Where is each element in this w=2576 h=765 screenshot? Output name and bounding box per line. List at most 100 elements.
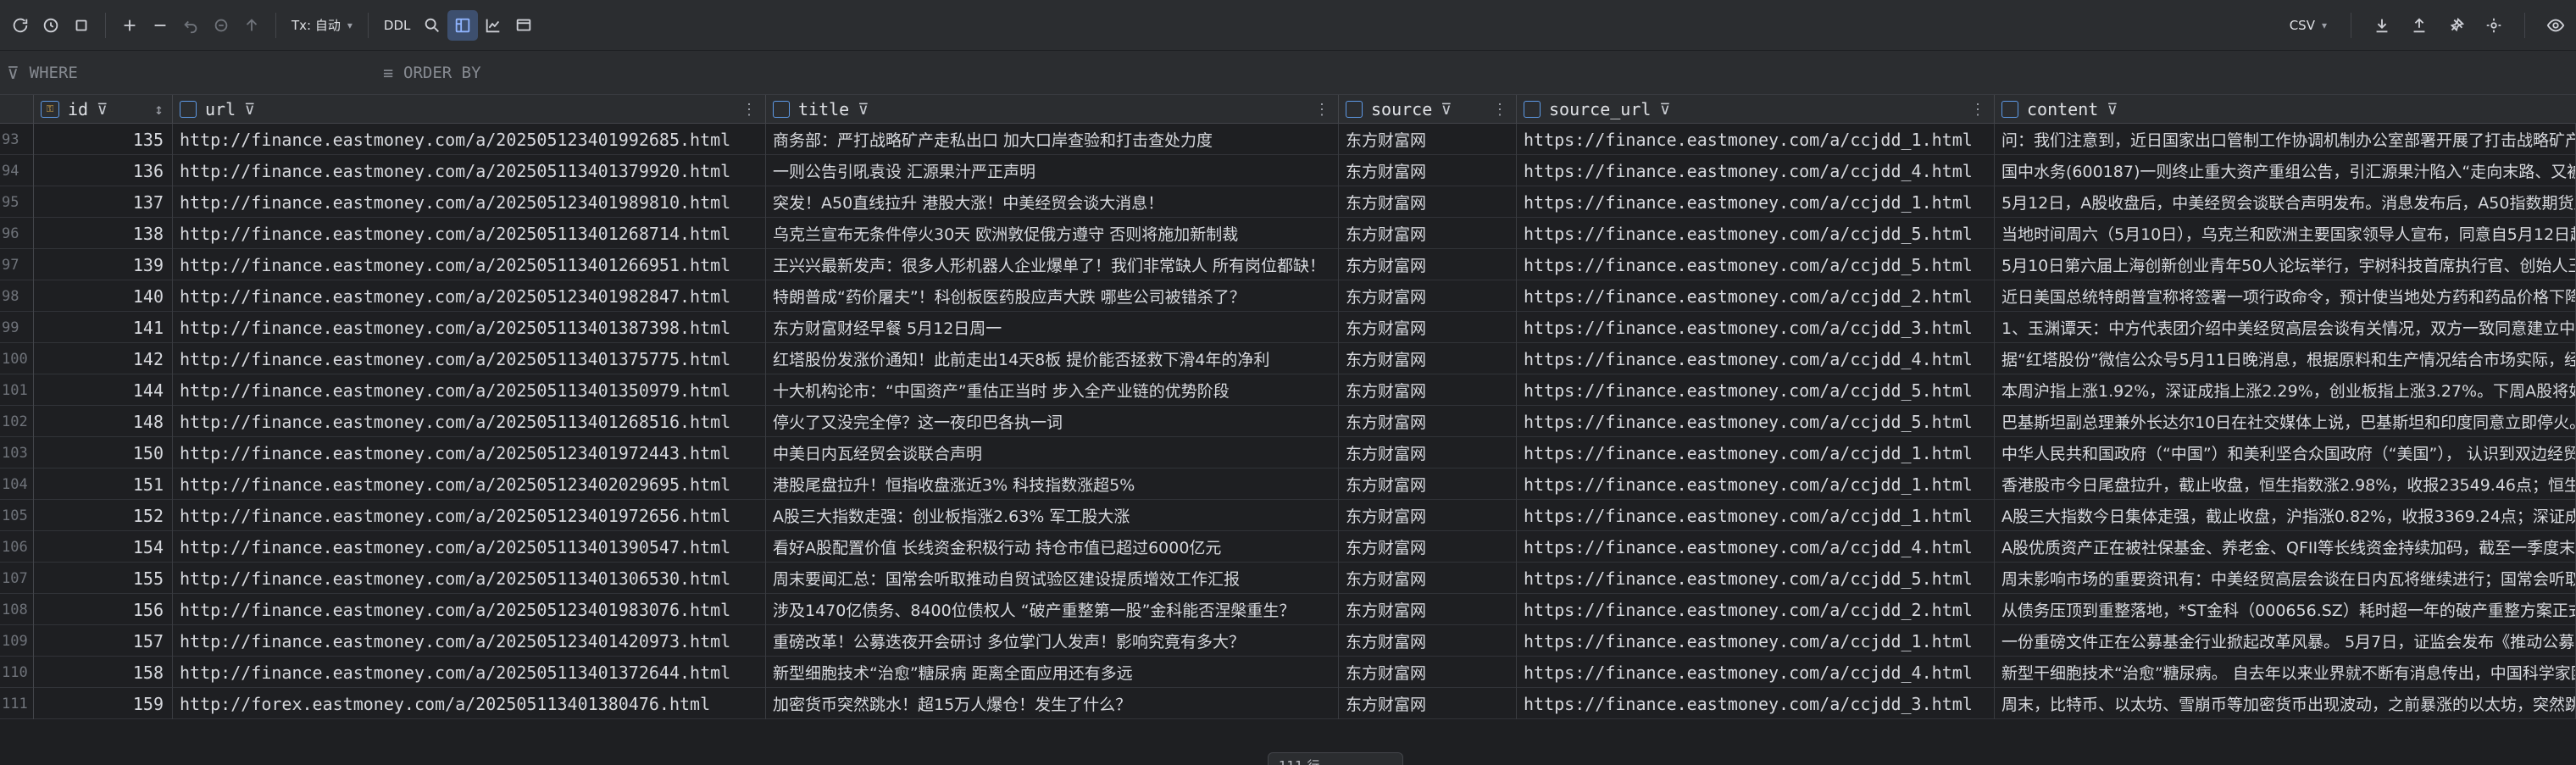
cell-source-url[interactable]: https://finance.eastmoney.com/a/ccjdd_5.…: [1517, 249, 1995, 280]
cell-source[interactable]: 东方财富网: [1339, 249, 1517, 280]
table-row[interactable]: 98 140 http://finance.eastmoney.com/a/2025…: [0, 280, 2576, 312]
table-row[interactable]: 103 150 http://finance.eastmoney.com/a/202…: [0, 437, 2576, 468]
cell-source-url[interactable]: https://finance.eastmoney.com/a/ccjdd_1.…: [1517, 500, 1995, 531]
view-mode-icon[interactable]: [447, 9, 479, 41]
cell-url[interactable]: http://finance.eastmoney.com/a/202505123…: [173, 186, 766, 218]
cell-content[interactable]: 本周沪指上涨1.92%，深证成指上涨2.29%，创业板指上涨3.27%。下周A股…: [1995, 374, 2576, 406]
cell-id[interactable]: 144: [34, 374, 173, 406]
history-icon[interactable]: [36, 10, 66, 41]
cell-url[interactable]: http://finance.eastmoney.com/a/202505113…: [173, 312, 766, 343]
cell-id[interactable]: 159: [34, 688, 173, 719]
table-row[interactable]: 110 158 http://finance.eastmoney.com/a/202…: [0, 657, 2576, 688]
cell-source-url[interactable]: https://finance.eastmoney.com/a/ccjdd_4.…: [1517, 343, 1995, 374]
cell-title[interactable]: 周末要闻汇总：国常会听取推动自贸试验区建设提质增效工作汇报: [766, 563, 1339, 594]
cell-content[interactable]: 1、玉渊谭天：中方代表团介绍中美经贸高层会谈有关情况，双方一致同意建立中美经贸磋: [1995, 312, 2576, 343]
compare-icon[interactable]: [508, 10, 539, 41]
cell-source-url[interactable]: https://finance.eastmoney.com/a/ccjdd_1.…: [1517, 124, 1995, 155]
cell-url[interactable]: http://finance.eastmoney.com/a/202505123…: [173, 594, 766, 625]
cell-source-url[interactable]: https://finance.eastmoney.com/a/ccjdd_4.…: [1517, 155, 1995, 186]
cell-source-url[interactable]: https://finance.eastmoney.com/a/ccjdd_4.…: [1517, 531, 1995, 563]
cell-source-url[interactable]: https://finance.eastmoney.com/a/ccjdd_2.…: [1517, 280, 1995, 312]
cell-id[interactable]: 137: [34, 186, 173, 218]
cell-source-url[interactable]: https://finance.eastmoney.com/a/ccjdd_5.…: [1517, 563, 1995, 594]
table-row[interactable]: 99 141 http://finance.eastmoney.com/a/2025…: [0, 312, 2576, 343]
transaction-mode-dropdown[interactable]: Tx: 自动 ▾: [285, 16, 359, 34]
cell-id[interactable]: 148: [34, 406, 173, 437]
cell-source[interactable]: 东方财富网: [1339, 312, 1517, 343]
cell-source[interactable]: 东方财富网: [1339, 594, 1517, 625]
cell-content[interactable]: 巴基斯坦副总理兼外长达尔10日在社交媒体上说，巴基斯坦和印度同意立即停火。同日，: [1995, 406, 2576, 437]
upload-icon[interactable]: [2404, 10, 2434, 41]
cell-title[interactable]: 红塔股份发涨价通知！此前走出14天8板 提价能否拯救下滑4年的净利: [766, 343, 1339, 374]
cell-source[interactable]: 东方财富网: [1339, 500, 1517, 531]
cell-title[interactable]: 乌克兰宣布无条件停火30天 欧洲敦促俄方遵守 否则将施加新制裁: [766, 218, 1339, 249]
cell-source[interactable]: 东方财富网: [1339, 218, 1517, 249]
cell-title[interactable]: 加密货币突然跳水！超15万人爆仓！发生了什么？: [766, 688, 1339, 719]
cell-id[interactable]: 157: [34, 625, 173, 657]
refresh-icon[interactable]: [5, 10, 36, 41]
cell-title[interactable]: 特朗普成“药价屠夫”！科创板医药股应声大跌 哪些公司被错杀了？: [766, 280, 1339, 312]
cell-content[interactable]: 问：我们注意到，近日国家出口管制工作协调机制办公室部署开展了打击战略矿产走私出: [1995, 124, 2576, 155]
submit-icon[interactable]: [236, 10, 267, 41]
cell-title[interactable]: 重磅改革！公募迭夜开会研讨 多位掌门人发声！影响究竟有多大？: [766, 625, 1339, 657]
cell-content[interactable]: 周末，比特币、以太坊、雪崩币等加密货币出现波动，之前暴涨的以太坊，突然跳水。: [1995, 688, 2576, 719]
cell-source-url[interactable]: https://finance.eastmoney.com/a/ccjdd_1.…: [1517, 186, 1995, 218]
cell-content[interactable]: A股三大指数今日集体走强，截止收盘，沪指涨0.82%，收报3369.24点；深证…: [1995, 500, 2576, 531]
cell-content[interactable]: 近日美国总统特朗普宣称将签署一项行政命令，预计使当地处方药和药品价格下降30%至…: [1995, 280, 2576, 312]
cell-content[interactable]: 从债务压顶到重整落地，*ST金科（000656.SZ）耗时超一年的破产重整方案正…: [1995, 594, 2576, 625]
filter-icon[interactable]: ⊽: [1659, 101, 1670, 119]
cell-title[interactable]: 王兴兴最新发声：很多人形机器人企业爆单了！我们非常缺人 所有岗位都缺！: [766, 249, 1339, 280]
where-filter-field[interactable]: ⊽ WHERE: [7, 63, 380, 83]
cell-source-url[interactable]: https://finance.eastmoney.com/a/ccjdd_3.…: [1517, 312, 1995, 343]
cell-content[interactable]: 周末影响市场的重要资讯有：中美经贸高层会谈在日内瓦将继续进行；国常会听取推动自贸: [1995, 563, 2576, 594]
cell-source-url[interactable]: https://finance.eastmoney.com/a/ccjdd_2.…: [1517, 594, 1995, 625]
filter-icon[interactable]: ⊽: [2107, 101, 2118, 119]
cell-title[interactable]: 涉及1470亿债务、8400位债权人 “破产重整第一股”金科能否涅槃重生？: [766, 594, 1339, 625]
cell-source-url[interactable]: https://finance.eastmoney.com/a/ccjdd_5.…: [1517, 374, 1995, 406]
cell-id[interactable]: 138: [34, 218, 173, 249]
cell-source[interactable]: 东方财富网: [1339, 124, 1517, 155]
cell-url[interactable]: http://finance.eastmoney.com/a/202505113…: [173, 249, 766, 280]
cell-url[interactable]: http://finance.eastmoney.com/a/202505123…: [173, 280, 766, 312]
cell-id[interactable]: 150: [34, 437, 173, 468]
cell-id[interactable]: 154: [34, 531, 173, 563]
more-icon[interactable]: ⋮: [1492, 101, 1507, 119]
preview-changes-icon[interactable]: [206, 10, 236, 41]
table-row[interactable]: 106 154 http://finance.eastmoney.com/a/202…: [0, 531, 2576, 563]
cell-source[interactable]: 东方财富网: [1339, 186, 1517, 218]
stop-icon[interactable]: [66, 10, 97, 41]
cell-title[interactable]: 东方财富财经早餐 5月12日周一: [766, 312, 1339, 343]
cell-title[interactable]: 十大机构论市：“中国资产”重估正当时 步入全产业链的优势阶段: [766, 374, 1339, 406]
column-header-content[interactable]: content ⊽: [1995, 95, 2576, 124]
cell-source[interactable]: 东方财富网: [1339, 280, 1517, 312]
column-header-id[interactable]: ⚿ id ⊽ ↕: [34, 95, 173, 124]
table-row[interactable]: 102 148 http://finance.eastmoney.com/a/202…: [0, 406, 2576, 437]
table-row[interactable]: 96 138 http://finance.eastmoney.com/a/2025…: [0, 218, 2576, 249]
table-row[interactable]: 95 137 http://finance.eastmoney.com/a/2025…: [0, 186, 2576, 218]
cell-id[interactable]: 155: [34, 563, 173, 594]
cell-title[interactable]: 突发！A50直线拉升 港股大涨！中美经贸会谈大消息！: [766, 186, 1339, 218]
table-row[interactable]: 109 157 http://finance.eastmoney.com/a/202…: [0, 625, 2576, 657]
table-row[interactable]: 111 159 http://forex.eastmoney.com/a/20250…: [0, 688, 2576, 719]
cell-source[interactable]: 东方财富网: [1339, 437, 1517, 468]
cell-source-url[interactable]: https://finance.eastmoney.com/a/ccjdd_1.…: [1517, 437, 1995, 468]
table-row[interactable]: 100 142 http://finance.eastmoney.com/a/202…: [0, 343, 2576, 374]
table-row[interactable]: 93 135 http://finance.eastmoney.com/a/2025…: [0, 124, 2576, 155]
cell-source[interactable]: 东方财富网: [1339, 343, 1517, 374]
export-format-dropdown[interactable]: CSV ▾: [2281, 18, 2335, 33]
add-row-icon[interactable]: [114, 10, 145, 41]
cell-source[interactable]: 东方财富网: [1339, 657, 1517, 688]
cell-url[interactable]: http://finance.eastmoney.com/a/202505113…: [173, 218, 766, 249]
chart-icon[interactable]: [478, 10, 508, 41]
cell-title[interactable]: 商务部：严打战略矿产走私出口 加大口岸查验和打击查处力度: [766, 124, 1339, 155]
more-icon[interactable]: ⋮: [1970, 101, 1985, 119]
cell-id[interactable]: 151: [34, 468, 173, 500]
delete-row-icon[interactable]: [145, 10, 175, 41]
cell-content[interactable]: 中华人民共和国政府（“中国”）和美利坚合众国政府（“美国”）， 认识到双边经贸关: [1995, 437, 2576, 468]
cell-source[interactable]: 东方财富网: [1339, 531, 1517, 563]
cell-url[interactable]: http://finance.eastmoney.com/a/202505113…: [173, 531, 766, 563]
column-header-title[interactable]: title ⊽ ⋮: [766, 95, 1339, 124]
cell-source-url[interactable]: https://finance.eastmoney.com/a/ccjdd_3.…: [1517, 688, 1995, 719]
filter-icon[interactable]: ⊽: [244, 101, 255, 119]
cell-content[interactable]: 新型干细胞技术“治愈”糖尿病。 自去年以来业界就不断有消息传出，中国科学家团队: [1995, 657, 2576, 688]
